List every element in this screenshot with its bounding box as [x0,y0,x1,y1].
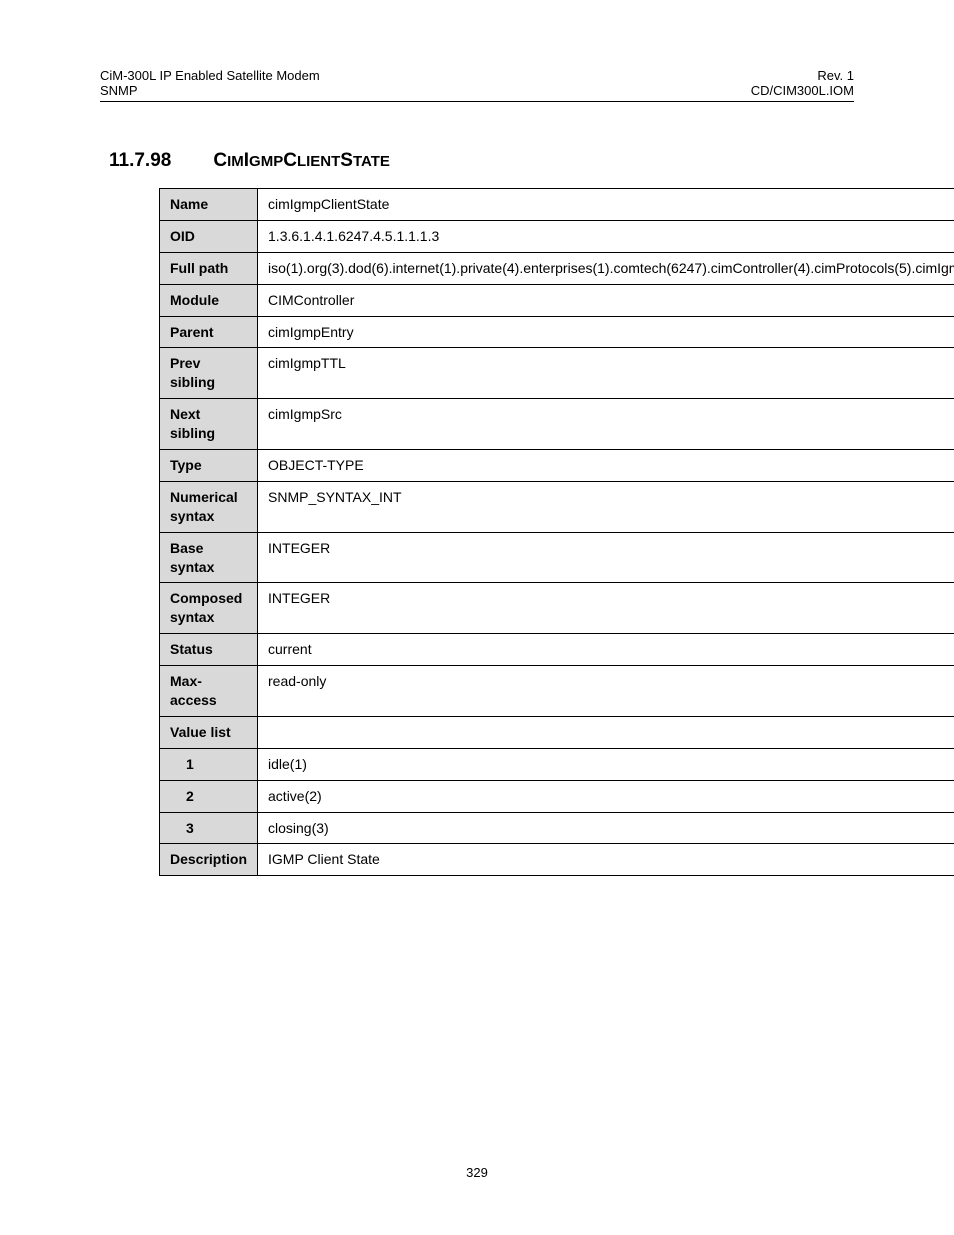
table-value-cell: current [258,634,954,666]
table-value-cell: INTEGER [258,532,954,583]
table-row: Numerical syntaxSNMP_SYNTAX_INT [160,481,954,532]
page-number: 329 [0,1165,954,1180]
table-label-cell: Full path [160,252,258,284]
table-value-cell: idle(1) [258,748,954,780]
table-row: 3closing(3) [160,812,954,844]
table-row: Next siblingcimIgmpSrc [160,399,954,450]
table-value-cell: 1.3.6.1.4.1.6247.4.5.1.1.1.3 [258,220,954,252]
table-value-cell: OBJECT-TYPE [258,450,954,482]
table-label-cell: Status [160,634,258,666]
table-label-cell: Value list [160,716,258,748]
table-value-cell: cimIgmpSrc [258,399,954,450]
table-value-cell: SNMP_SYNTAX_INT [258,481,954,532]
table-row: Prev siblingcimIgmpTTL [160,348,954,399]
table-label-cell: Prev sibling [160,348,258,399]
header-left-line1: CiM-300L IP Enabled Satellite Modem [100,68,320,83]
table-row: Full pathiso(1).org(3).dod(6).internet(1… [160,252,954,284]
table-value-cell: read-only [258,666,954,717]
table-row: DescriptionIGMP Client State [160,844,954,876]
header-left-line2: SNMP [100,83,320,98]
table-value-cell: CIMController [258,284,954,316]
table-value-cell [258,716,954,748]
table-row: Base syntaxINTEGER [160,532,954,583]
table-label-cell: Next sibling [160,399,258,450]
section-title: CIMIGMPCLIENTSTATE [213,150,390,171]
table-row: Statuscurrent [160,634,954,666]
table-label-cell: 1 [160,748,258,780]
table-label-cell: Name [160,189,258,221]
table-label-cell: Composed syntax [160,583,258,634]
table-value-cell: cimIgmpTTL [258,348,954,399]
mib-definition-table: NamecimIgmpClientStateOID1.3.6.1.4.1.624… [159,188,954,876]
table-row: Value list [160,716,954,748]
section-number: 11.7.98 [109,150,171,172]
table-label-cell: Description [160,844,258,876]
table-label-cell: 2 [160,780,258,812]
table-row: ParentcimIgmpEntry [160,316,954,348]
table-row: Composed syntaxINTEGER [160,583,954,634]
table-value-cell: INTEGER [258,583,954,634]
table-label-cell: Module [160,284,258,316]
header-right-line1: Rev. 1 [751,68,854,83]
table-row: Max-accessread-only [160,666,954,717]
header-right-line2: CD/CIM300L.IOM [751,83,854,98]
table-value-cell: active(2) [258,780,954,812]
header-divider [100,101,854,102]
table-value-cell: IGMP Client State [258,844,954,876]
table-label-cell: 3 [160,812,258,844]
table-value-cell: cimIgmpClientState [258,189,954,221]
table-label-cell: Max-access [160,666,258,717]
table-value-cell: cimIgmpEntry [258,316,954,348]
table-row: OID1.3.6.1.4.1.6247.4.5.1.1.1.3 [160,220,954,252]
table-row: TypeOBJECT-TYPE [160,450,954,482]
table-label-cell: Base syntax [160,532,258,583]
table-label-cell: Numerical syntax [160,481,258,532]
table-value-cell: closing(3) [258,812,954,844]
table-label-cell: OID [160,220,258,252]
table-label-cell: Type [160,450,258,482]
table-label-cell: Parent [160,316,258,348]
table-row: ModuleCIMController [160,284,954,316]
table-value-cell: iso(1).org(3).dod(6).internet(1).private… [258,252,954,284]
table-row: 2active(2) [160,780,954,812]
table-row: 1idle(1) [160,748,954,780]
table-row: NamecimIgmpClientState [160,189,954,221]
page-header: CiM-300L IP Enabled Satellite Modem SNMP… [100,68,854,98]
section-heading: 11.7.98 CIMIGMPCLIENTSTATE [109,150,854,172]
